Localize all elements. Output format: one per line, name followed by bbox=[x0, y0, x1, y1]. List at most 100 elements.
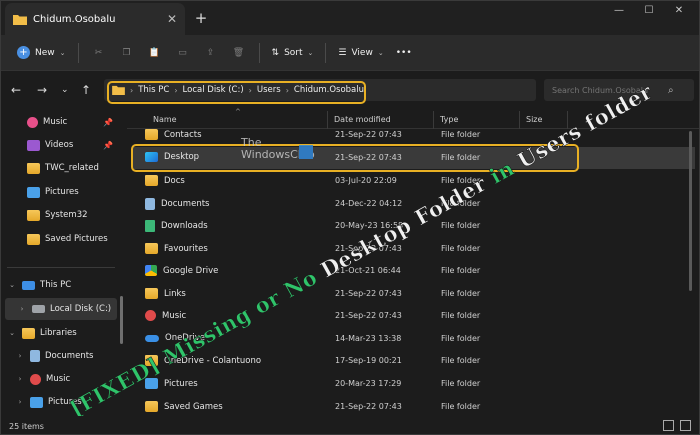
view-button[interactable]: ☰ View ⌄ bbox=[332, 40, 389, 66]
sort-button[interactable]: ⇅ Sort ⌄ bbox=[266, 40, 320, 66]
sidebar-item-saved-pictures[interactable]: Saved Pictures bbox=[1, 228, 121, 250]
music-icon bbox=[145, 310, 156, 321]
details-view-icon[interactable] bbox=[663, 420, 674, 431]
column-header-size[interactable]: Size bbox=[526, 115, 542, 124]
folder-icon bbox=[27, 233, 40, 245]
sidebar-item-system32[interactable]: System32 bbox=[1, 204, 121, 226]
file-date: 20-Mar-23 17:29 bbox=[335, 379, 402, 388]
file-name: Google Drive bbox=[163, 265, 219, 276]
tab-chidum-osobalu[interactable]: Chidum.Osobalu ✕ bbox=[5, 3, 185, 35]
tab-close-icon[interactable]: ✕ bbox=[167, 12, 177, 26]
back-arrow-icon[interactable]: ← bbox=[11, 83, 21, 97]
close-window-button[interactable]: ✕ bbox=[665, 5, 693, 21]
minimize-button[interactable]: — bbox=[605, 5, 633, 21]
sort-label: Sort bbox=[284, 47, 303, 58]
sidebar-item-pictures[interactable]: Pictures bbox=[1, 181, 121, 203]
chevron-right-icon[interactable]: › bbox=[15, 398, 25, 406]
table-row[interactable]: Contacts 21-Sep-22 07:43 File folder bbox=[133, 124, 695, 146]
chevron-down-icon[interactable]: ⌄ bbox=[7, 329, 17, 337]
column-header-name[interactable]: Name bbox=[153, 115, 177, 124]
file-name: Downloads bbox=[161, 221, 208, 231]
file-type: File folder bbox=[441, 244, 481, 253]
table-row[interactable]: Google Drive 21-Oct-21 06:44 File folder bbox=[133, 260, 695, 282]
share-icon[interactable]: ⇪ bbox=[197, 40, 225, 66]
chevron-right-icon[interactable]: › bbox=[15, 352, 25, 360]
sidebar-item-label: Local Disk (C:) bbox=[50, 304, 112, 314]
sidebar-item-label: TWC_related bbox=[45, 163, 99, 173]
windowsclub-logo-icon bbox=[299, 145, 313, 159]
folder-icon bbox=[145, 175, 158, 186]
sidebar-item-label: This PC bbox=[40, 280, 72, 290]
sidebar-item-local-disk[interactable]: › Local Disk (C:) bbox=[5, 298, 117, 320]
music-icon bbox=[27, 116, 38, 128]
recent-locations-chevron-icon[interactable]: ⌄ bbox=[61, 85, 69, 95]
pictures-icon bbox=[27, 186, 40, 198]
toolbar-divider bbox=[325, 42, 327, 63]
saved-games-icon bbox=[145, 401, 158, 412]
file-date: 24-Dec-22 04:12 bbox=[335, 199, 403, 208]
sidebar-item-label: Music bbox=[46, 374, 71, 384]
more-options-button[interactable]: ••• bbox=[390, 40, 418, 66]
documents-icon bbox=[30, 350, 40, 362]
sidebar-item-music[interactable]: Music 📌 bbox=[1, 111, 121, 133]
sort-caret-icon: ^ bbox=[235, 108, 241, 116]
table-row[interactable]: Links 21-Sep-22 07:43 File folder bbox=[133, 283, 695, 305]
navigation-pane: Music 📌 Videos 📌 TWC_related Pictures Sy… bbox=[1, 111, 123, 416]
file-name: Music bbox=[162, 310, 187, 321]
table-row[interactable]: Saved Games 21-Sep-22 07:43 File folder bbox=[133, 396, 695, 418]
sidebar-item-label: System32 bbox=[45, 210, 88, 220]
chevron-right-icon[interactable]: › bbox=[17, 305, 27, 313]
folder-icon bbox=[145, 288, 158, 299]
sidebar-item-label: Documents bbox=[45, 351, 94, 361]
new-tab-button[interactable]: + bbox=[191, 9, 211, 29]
address-highlight-outline bbox=[107, 81, 366, 104]
chevron-right-icon[interactable]: › bbox=[15, 375, 25, 383]
cut-icon[interactable]: ✂ bbox=[85, 40, 113, 66]
pin-icon: 📌 bbox=[103, 140, 113, 150]
folder-icon bbox=[27, 209, 40, 221]
chevron-down-icon[interactable]: ⌄ bbox=[7, 281, 17, 289]
sidebar-item-documents[interactable]: › Documents bbox=[1, 345, 121, 367]
folder-icon bbox=[145, 243, 158, 254]
file-explorer-window: Chidum.Osobalu ✕ + — ☐ ✕ + New ⌄ ✂ ❐ 📋 ▭… bbox=[0, 0, 700, 435]
file-type: File folder bbox=[441, 356, 481, 365]
forward-arrow-icon[interactable]: → bbox=[37, 83, 47, 97]
table-row[interactable]: Docs 03-Jul-20 22:09 File folder bbox=[133, 170, 695, 192]
file-date: 21-Sep-22 07:43 bbox=[335, 130, 402, 139]
file-type: File folder bbox=[441, 334, 481, 343]
file-type: File folder bbox=[441, 289, 481, 298]
up-arrow-icon[interactable]: ↑ bbox=[81, 83, 91, 97]
tiles-view-icon[interactable] bbox=[680, 420, 691, 431]
libraries-icon bbox=[22, 327, 35, 339]
maximize-button[interactable]: ☐ bbox=[635, 5, 663, 21]
chevron-down-icon: ⌄ bbox=[59, 48, 66, 57]
toolbar-divider bbox=[77, 42, 79, 63]
sidebar-item-this-pc[interactable]: ⌄ This PC bbox=[1, 274, 121, 296]
sort-icon: ⇅ bbox=[271, 47, 280, 58]
sidebar-item-label: Videos bbox=[45, 140, 74, 150]
file-date: 21-Sep-22 07:43 bbox=[335, 311, 402, 320]
column-header-type[interactable]: Type bbox=[440, 115, 458, 124]
new-button[interactable]: + New ⌄ bbox=[11, 40, 72, 66]
sidebar-scrollbar[interactable] bbox=[120, 296, 123, 344]
paste-icon[interactable]: 📋 bbox=[141, 40, 169, 66]
rename-icon[interactable]: ▭ bbox=[169, 40, 197, 66]
sidebar-item-libraries[interactable]: ⌄ Libraries bbox=[1, 322, 121, 344]
table-row[interactable]: OneDrive - Colantuono 17-Sep-19 00:21 Fi… bbox=[133, 350, 695, 372]
status-bar: 25 items bbox=[1, 416, 699, 434]
table-row[interactable]: Favourites 21-Sep-22 07:43 File folder bbox=[133, 238, 695, 260]
file-name: Saved Games bbox=[164, 401, 223, 412]
file-type: File folder bbox=[441, 266, 481, 275]
delete-icon[interactable]: 🗑 bbox=[225, 40, 253, 66]
sidebar-item-twc-related[interactable]: TWC_related bbox=[1, 157, 121, 179]
item-count: 25 items bbox=[9, 421, 44, 431]
sidebar-item-label: Pictures bbox=[45, 187, 79, 197]
file-list-scrollbar[interactable] bbox=[689, 131, 692, 291]
file-name: Documents bbox=[161, 199, 210, 209]
column-header-date[interactable]: Date modified bbox=[334, 115, 391, 124]
watermark-logo: The WindowsClub bbox=[241, 137, 315, 161]
table-row[interactable]: Pictures 20-Mar-23 17:29 File folder bbox=[133, 373, 695, 395]
copy-icon[interactable]: ❐ bbox=[113, 40, 141, 66]
tab-title: Chidum.Osobalu bbox=[33, 13, 116, 25]
sidebar-item-videos[interactable]: Videos 📌 bbox=[1, 134, 121, 156]
